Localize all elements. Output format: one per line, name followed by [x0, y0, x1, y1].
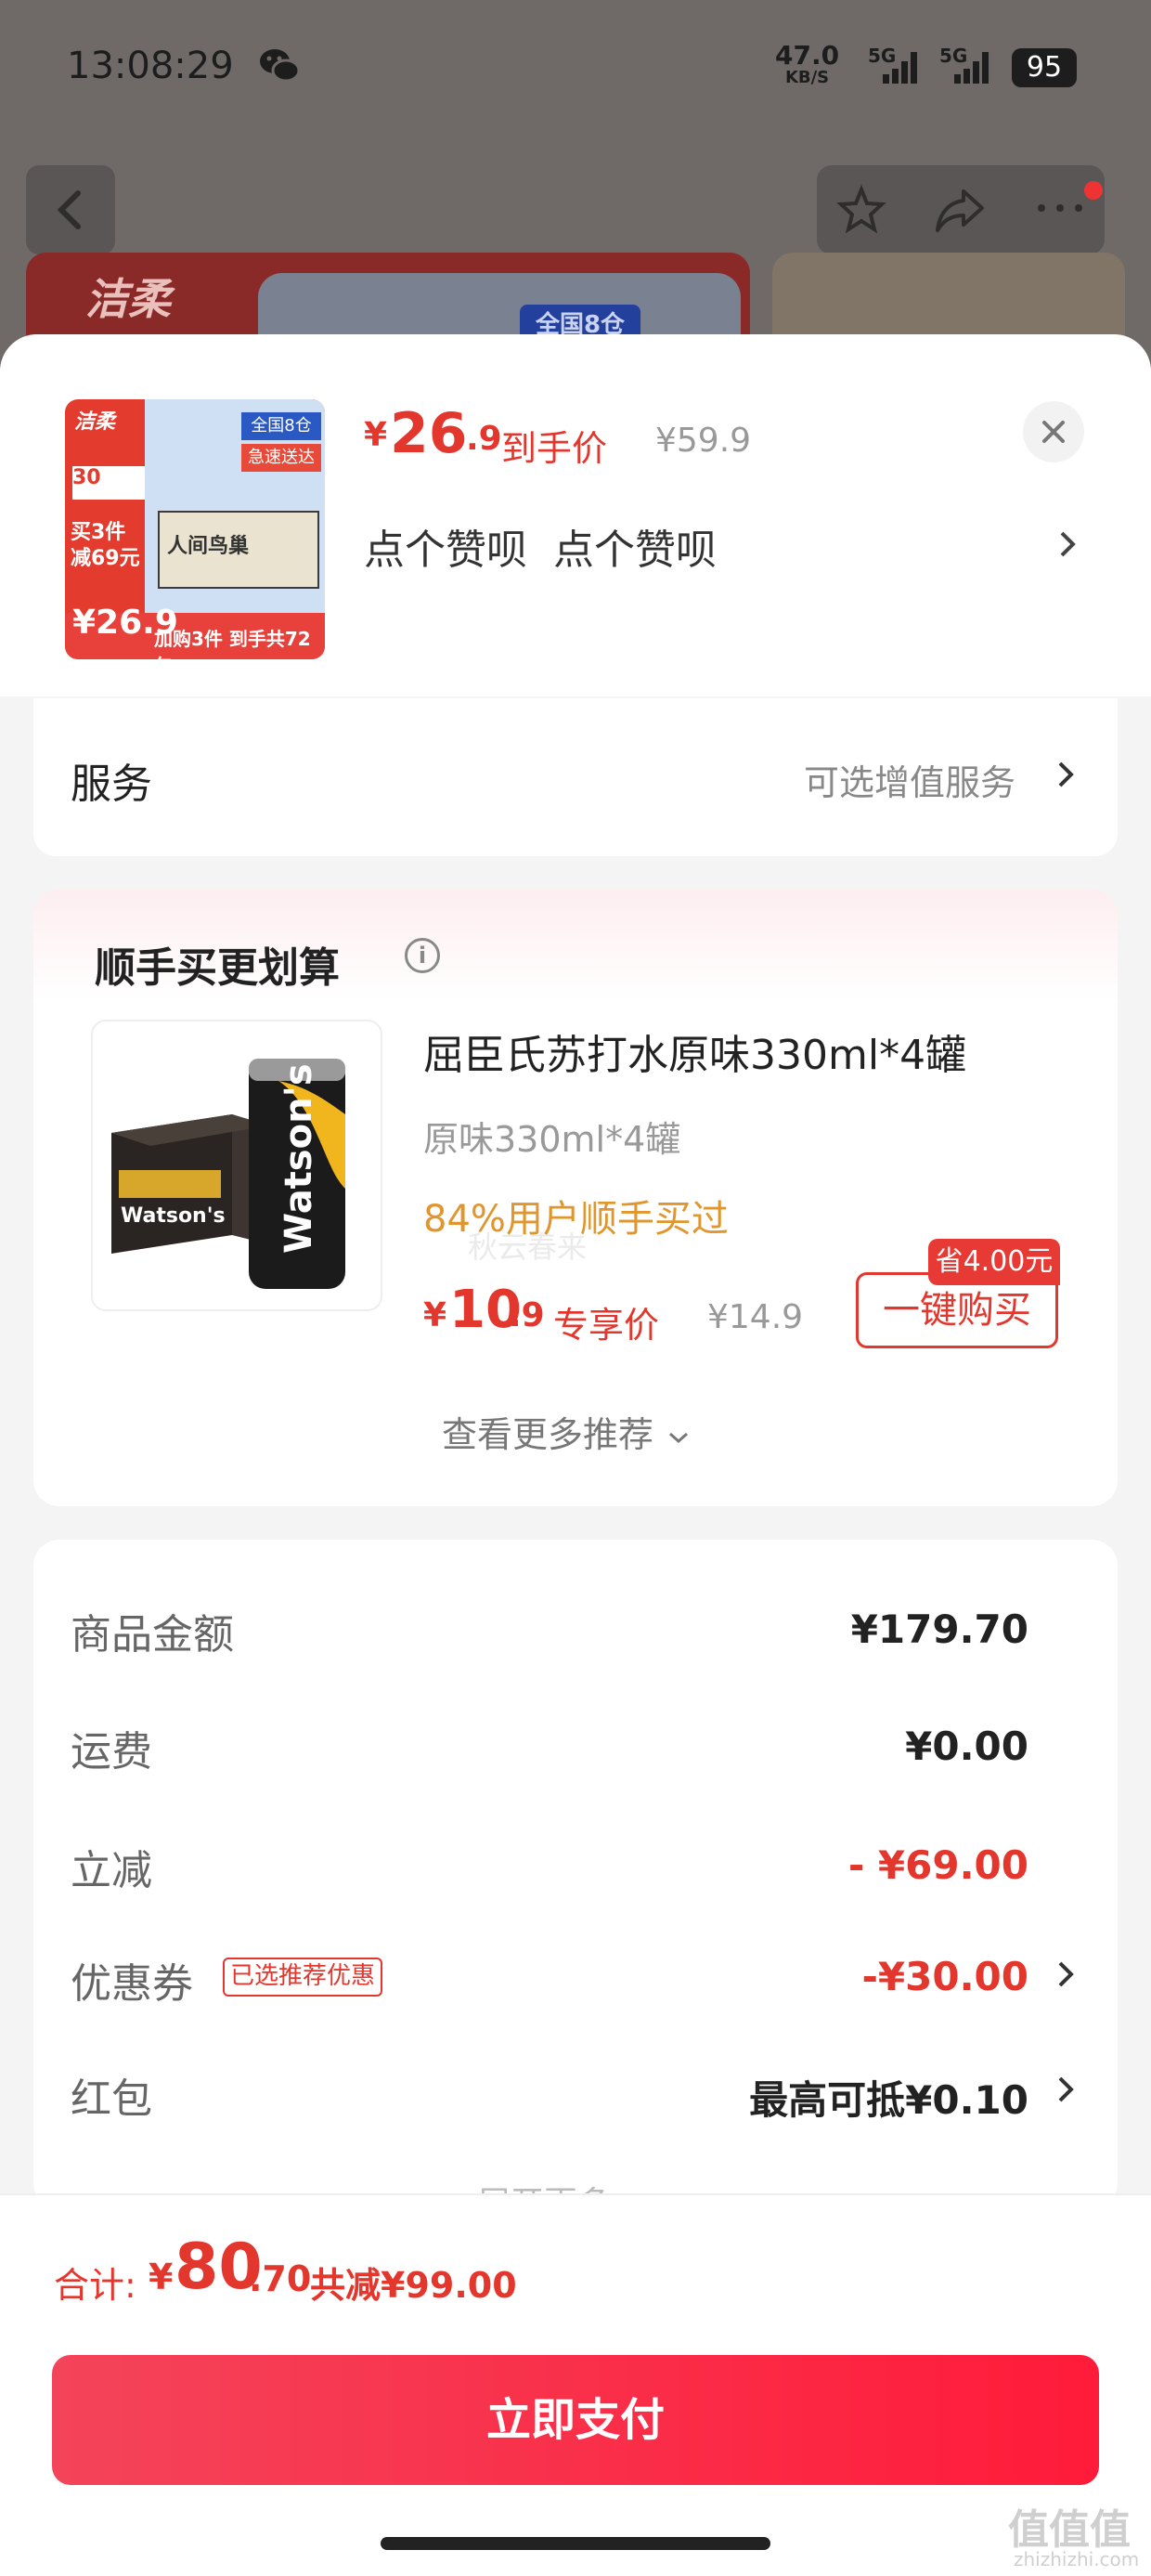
shipping-label: 运费	[71, 1728, 152, 1776]
back-button[interactable]	[26, 165, 115, 254]
thumb-promo: 买3件 减69元	[71, 521, 140, 570]
star-icon[interactable]	[835, 184, 887, 236]
site-watermark: 值值值	[1008, 2506, 1131, 2554]
chevron-right-icon[interactable]	[1054, 1956, 1077, 1993]
can-brand-text: Watson's	[278, 1063, 320, 1254]
chevron-right-icon[interactable]	[1056, 526, 1079, 563]
recommend-title: 顺手买更划算	[95, 944, 340, 992]
original-price: ¥59.9	[655, 422, 752, 460]
thumb-pack-name: 人间鸟巢	[167, 535, 250, 558]
chevron-right-icon[interactable]	[1054, 756, 1077, 793]
coupon-tag: 已选推荐优惠	[223, 1958, 383, 1997]
recommend-price-decimal: .9	[509, 1296, 545, 1334]
product-thumbnail[interactable]: 洁柔 全国8仓 急速送达 30 买3件 减69元 人间鸟巢 ¥26.9 加购3件…	[65, 399, 325, 659]
info-icon[interactable]: i	[405, 938, 440, 973]
close-button[interactable]	[1023, 401, 1084, 462]
thumb-badge-30: 30	[72, 466, 145, 500]
thumb-badge-region: 全国8仓	[241, 412, 321, 440]
battery-icon: 95	[1012, 48, 1077, 87]
instant-discount-label: 立减	[71, 1847, 152, 1894]
price-currency: ¥	[364, 416, 388, 454]
close-icon	[1042, 421, 1065, 443]
chevron-down-icon	[669, 1432, 689, 1443]
watermark-text: 秋云春来	[468, 1229, 588, 1265]
more-icon[interactable]	[1032, 199, 1088, 217]
instant-discount-value: - ¥69.00	[847, 1842, 1028, 1888]
net-speed: 47.0 KB/S	[775, 43, 839, 89]
thumb-logo: 洁柔	[74, 410, 116, 434]
service-value[interactable]: 可选增值服务	[804, 754, 1015, 805]
thumb-badge-fast: 急速送达	[241, 444, 321, 472]
coupon-value[interactable]: -¥30.00	[650, 1954, 1028, 1999]
recommend-price-tag: 专享价	[553, 1305, 660, 1346]
background-brand-logo: 洁柔	[85, 274, 171, 324]
watsons-can-image: Watson's Watson's	[111, 1059, 345, 1289]
recommend-original-price: ¥14.9	[707, 1298, 804, 1336]
red-packet-value[interactable]: 最高可抵¥0.10	[650, 2069, 1028, 2126]
pay-now-button[interactable]: 立即支付	[52, 2355, 1099, 2485]
share-icon[interactable]	[932, 184, 988, 236]
more-recommendations-link[interactable]: 查看更多推荐	[442, 1406, 692, 1457]
price-integer: 26	[390, 401, 468, 466]
price-decimal: .9	[466, 420, 502, 458]
coupon-label[interactable]: 优惠券	[71, 1950, 193, 2010]
more-recommendations-label: 查看更多推荐	[442, 1414, 654, 1455]
site-watermark-url: zhizhizhi.com	[1014, 2548, 1140, 2570]
total-saved: 共减¥99.00	[310, 2265, 517, 2306]
recommend-product-image[interactable]: Watson's Watson's	[91, 1020, 382, 1311]
total-currency: ¥	[149, 2257, 174, 2297]
notification-dot	[1084, 181, 1103, 200]
red-packet-label[interactable]: 红包	[71, 2065, 152, 2125]
chevron-right-icon[interactable]	[1054, 2071, 1077, 2108]
service-label: 服务	[71, 761, 152, 808]
save-badge: 省4.00元	[928, 1239, 1060, 1285]
thumb-bottom-text: 加购3件 到手共72包	[154, 628, 311, 659]
price-tag: 到手价	[501, 428, 608, 469]
box-brand-text: Watson's	[121, 1204, 226, 1228]
top-action-bar	[817, 165, 1105, 254]
status-time: 13:08:29	[67, 45, 234, 87]
goods-amount-value: ¥179.70	[850, 1607, 1028, 1652]
total-decimal: .70	[249, 2258, 312, 2299]
recommend-product-name[interactable]: 屈臣氏苏打水原味330ml*4罐	[423, 1021, 966, 1081]
shipping-value: ¥0.00	[905, 1724, 1028, 1769]
wechat-icon	[260, 49, 301, 83]
recommend-product-spec: 原味330ml*4罐	[423, 1119, 681, 1160]
goods-amount-label: 商品金额	[71, 1611, 234, 1659]
total-label: 合计:	[54, 2265, 136, 2306]
selected-spec[interactable]: 点个赞呗 点个赞呗	[364, 516, 717, 576]
home-indicator[interactable]	[381, 2537, 770, 2550]
recommend-price-currency: ¥	[423, 1296, 447, 1334]
back-arrow-icon	[57, 190, 81, 229]
